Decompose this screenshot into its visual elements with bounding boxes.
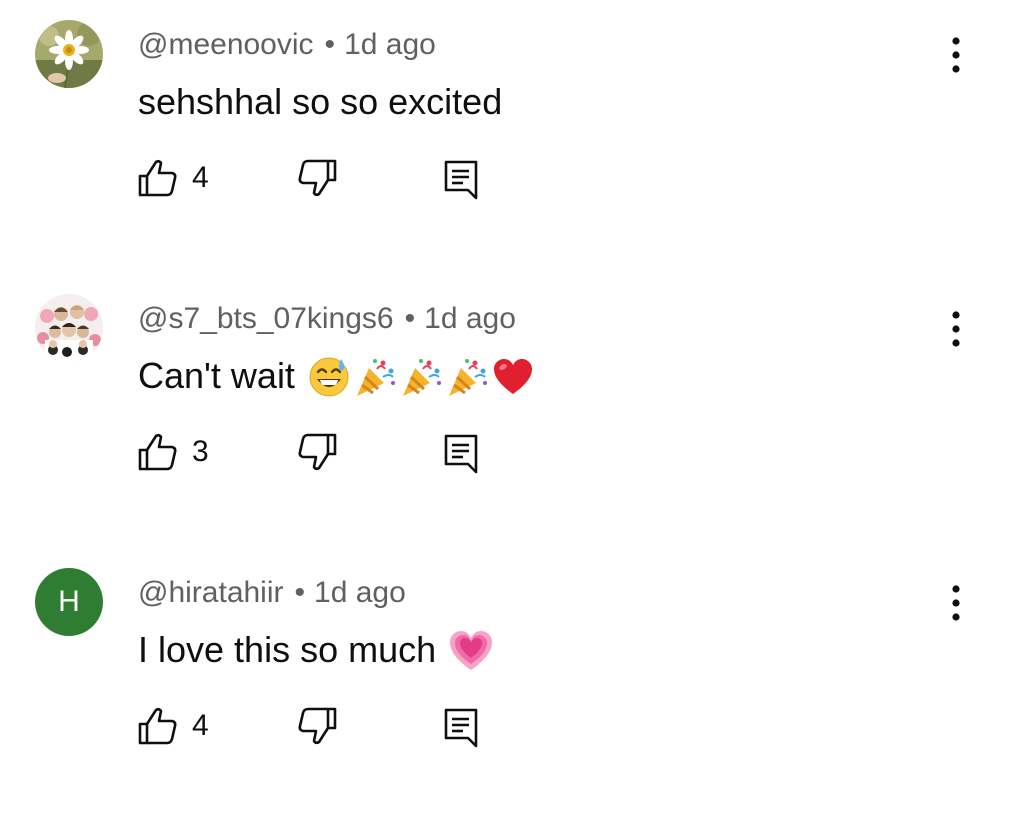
comment-text-content: I love this so much [138,629,437,670]
comment-text: Can't wait [138,353,537,402]
thumbs-up-outline-icon [138,159,177,197]
like-count: 4 [192,161,209,194]
reply-button[interactable] [440,701,482,751]
thumbs-up-outline-icon [138,707,177,745]
comment-meta: @hiratahiir • 1d ago [138,573,406,613]
comment-actions: 3 [0,427,1024,477]
dislike-button[interactable] [295,701,341,751]
dislike-button[interactable] [295,427,341,477]
grinning-sweat-emoji [309,357,349,397]
like-button[interactable]: 4 [134,701,209,751]
comment-item: @meenoovic • 1d ago sehshhal so so excited… [0,0,1024,274]
group-photo-avatar-icon [35,294,103,362]
comment-item: @s7_bts_07kings6 • 1d ago Can't wait 3 [0,274,1024,548]
like-button[interactable]: 3 [134,427,209,477]
comment-meta: @s7_bts_07kings6 • 1d ago [138,299,516,339]
thumbs-down-outline-icon [298,433,337,471]
avatar-letter: H [58,585,80,618]
dislike-button[interactable] [295,153,341,203]
growing-heart-emoji [450,630,493,670]
meta-separator: • [324,28,336,61]
comment-item: H @hiratahiir • 1d ago I love this so much… [0,548,1024,822]
party-popper-emoji [448,359,487,397]
comment-meta: @meenoovic • 1d ago [138,25,436,65]
comment-username[interactable]: @s7_bts_07kings6 [138,302,394,335]
comment-text: sehshhal so so excited [138,79,502,125]
reply-button[interactable] [440,427,482,477]
user-avatar[interactable] [35,20,103,88]
emoji-group [448,625,496,673]
comment-timestamp[interactable]: 1d ago [424,302,516,335]
thumbs-up-outline-icon [138,433,177,471]
red-heart-emoji [493,359,532,395]
comment-text: I love this so much [138,627,496,677]
like-count: 3 [192,435,209,468]
thumbs-down-outline-icon [298,707,337,745]
thumbs-down-outline-icon [298,159,337,197]
meta-separator: • [404,302,416,335]
vertical-dots-menu-icon [952,585,960,621]
user-avatar[interactable]: H [35,568,103,636]
comment-timestamp[interactable]: 1d ago [314,576,406,609]
like-button[interactable]: 4 [134,153,209,203]
comment-actions: 4 [0,701,1024,751]
reply-comment-icon [444,434,478,474]
more-options-button[interactable] [938,32,974,78]
vertical-dots-menu-icon [952,311,960,347]
more-options-button[interactable] [938,580,974,626]
like-count: 4 [192,709,209,742]
emoji-group [307,352,537,399]
comment-username[interactable]: @meenoovic [138,28,314,61]
vertical-dots-menu-icon [952,37,960,73]
party-popper-emoji [356,359,395,397]
comment-text-content: Can't wait [138,355,295,396]
reply-comment-icon [444,708,478,748]
daisy-flower-avatar-icon [35,20,103,88]
meta-separator: • [294,576,306,609]
more-options-button[interactable] [938,306,974,352]
reply-button[interactable] [440,153,482,203]
party-popper-emoji [402,359,441,397]
reply-comment-icon [444,160,478,200]
comment-username[interactable]: @hiratahiir [138,576,284,609]
comment-actions: 4 [0,153,1024,203]
comment-text-content: sehshhal so so excited [138,81,503,122]
user-avatar[interactable] [35,294,103,362]
comment-timestamp[interactable]: 1d ago [344,28,436,61]
